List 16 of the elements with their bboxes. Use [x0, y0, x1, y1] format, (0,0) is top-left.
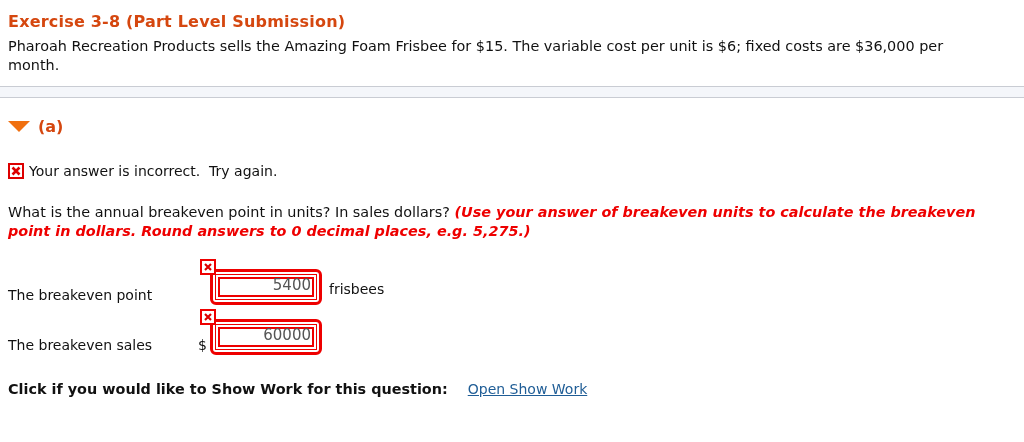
error-icon: [200, 259, 216, 275]
question-text: What is the annual breakeven point in units? In sales dollars? (Use your answer of breakeven units to calculate the breakeven point in dollars. Round answers to 0 decimal places, e.g. 5,275.): [8, 203, 977, 241]
answer-label: The breakeven point: [8, 287, 154, 305]
open-show-work-link[interactable]: Open Show Work: [467, 381, 588, 397]
show-work-prompt: Click if you would like to Show Work for this question:: [8, 381, 448, 397]
unit-label: frisbees: [329, 281, 385, 299]
feedback-message: Your answer is incorrect. Try again.: [29, 163, 278, 179]
answer-field[interactable]: 60000: [210, 319, 322, 355]
part-label: (a): [38, 116, 64, 136]
answer-label: The breakeven sales: [8, 337, 154, 355]
answer-field[interactable]: 5400: [210, 269, 322, 305]
exercise-description: Pharoah Recreation Products sells the Amazing Foam Frisbee for $15. The variable cost per unit is $6; fixed costs are $36,000 per month.: [8, 37, 945, 75]
currency-sign: $: [198, 337, 208, 355]
error-icon: [200, 309, 216, 325]
exercise-title: Exercise 3-8 (Part Level Submission): [8, 12, 347, 31]
collapse-triangle-icon[interactable]: [8, 120, 30, 132]
